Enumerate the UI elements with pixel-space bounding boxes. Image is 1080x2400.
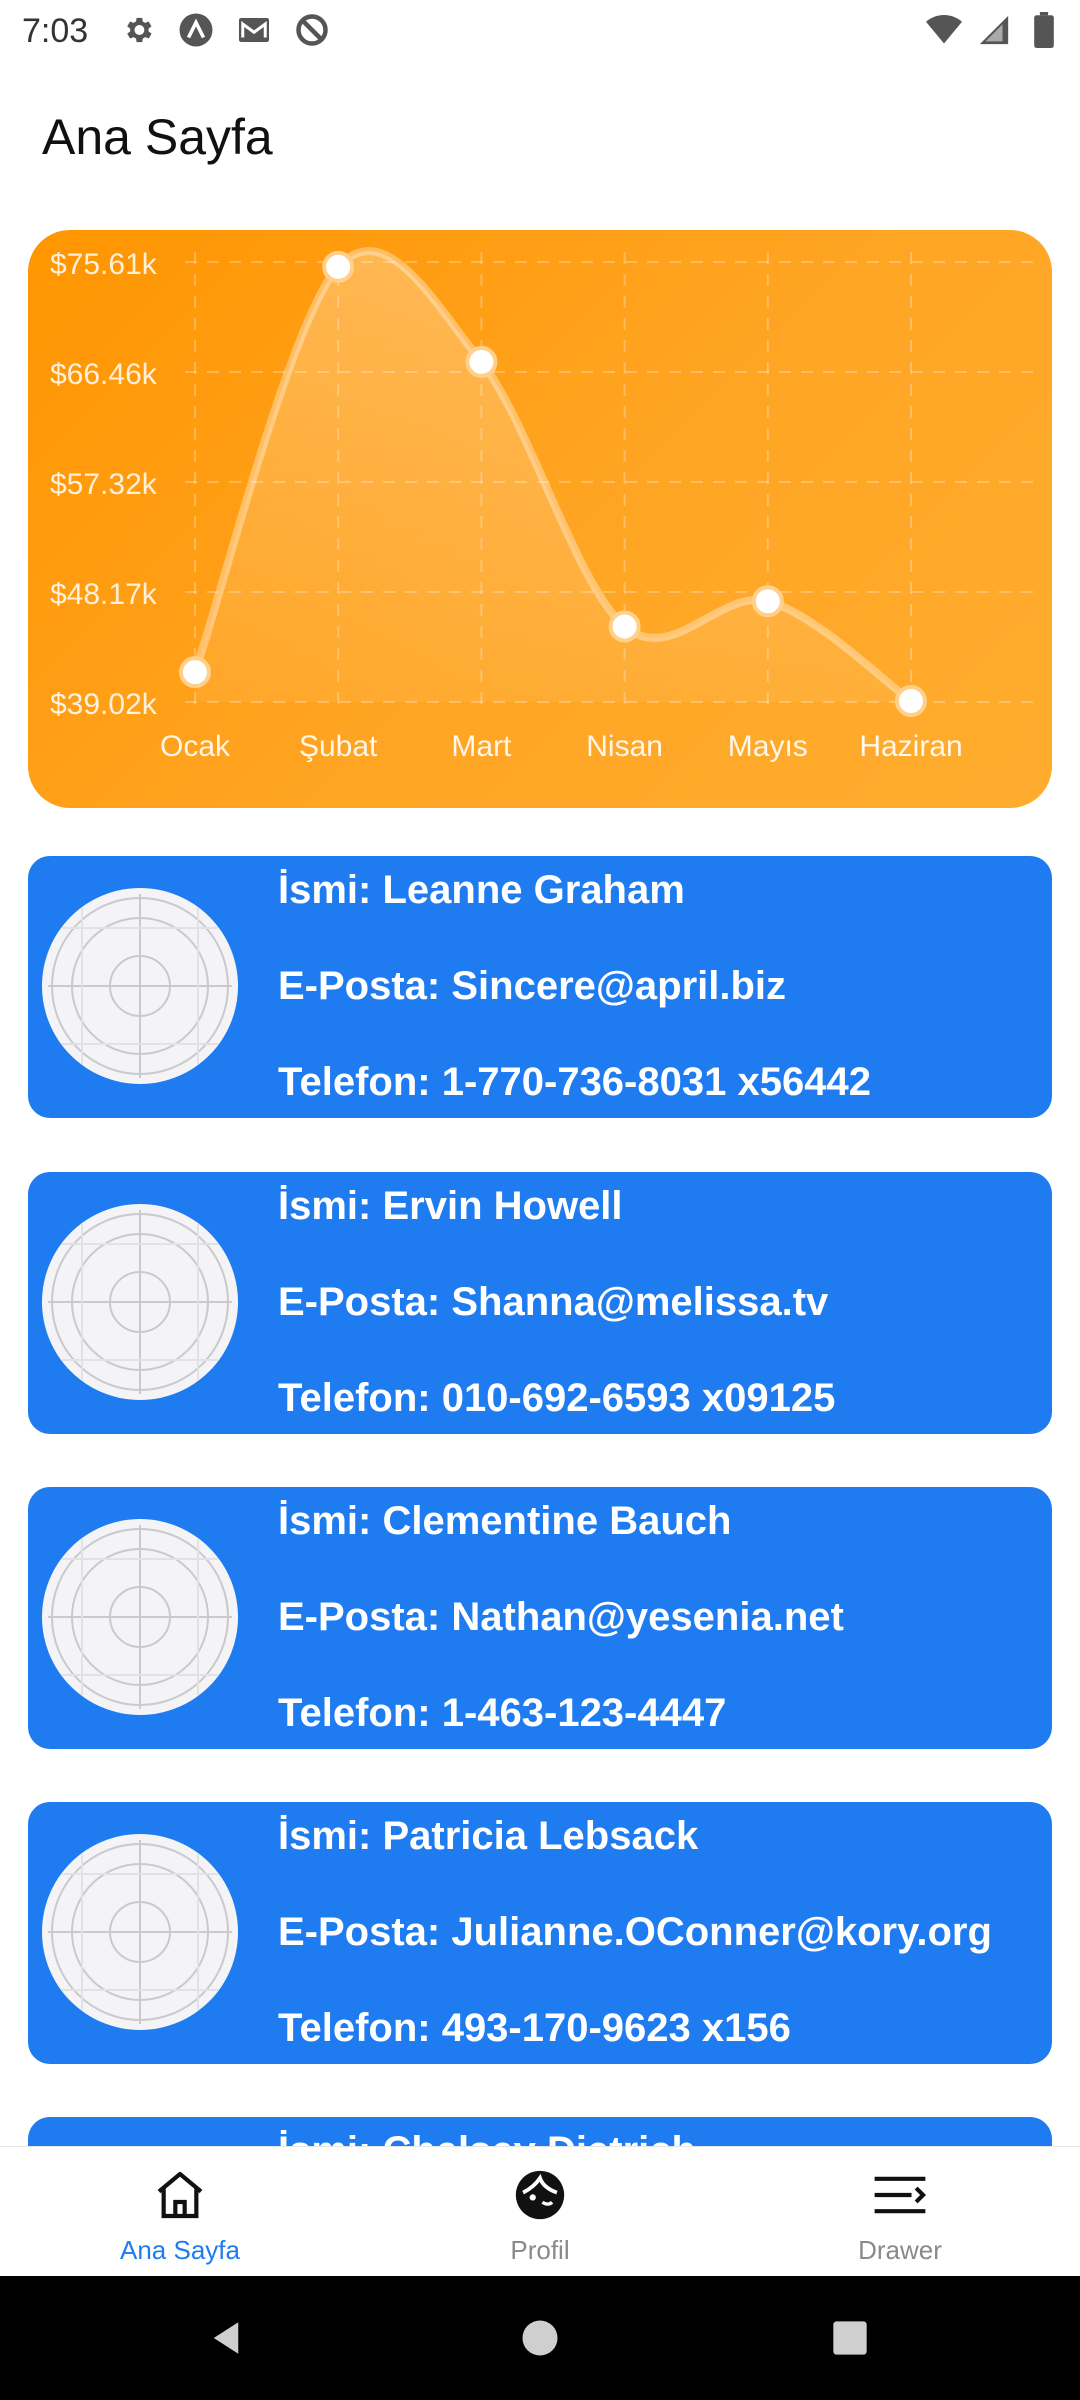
avatar-placeholder-icon xyxy=(48,1210,232,1394)
signal-icon xyxy=(976,12,1012,48)
user-phone: Telefon: 1-770-736-8031 x56442 xyxy=(278,1060,871,1104)
user-card[interactable]: İsmi: Leanne Graham E-Posta: Sincere@apr… xyxy=(28,856,1052,1118)
avatar-placeholder-icon xyxy=(48,1525,232,1709)
x-tick-label: Haziran xyxy=(859,730,962,763)
revenue-chart: $75.61k $66.46k $57.32k $48.17k $39.02kOcak Ş… xyxy=(50,247,1038,763)
user-card[interactable]: İsmi: Patricia Lebsack E-Posta: Julianne… xyxy=(28,1802,1052,2064)
status-bar: 7:03 xyxy=(0,0,1080,62)
data-point xyxy=(608,610,641,643)
user-phone: Telefon: 1-463-123-4447 xyxy=(278,1691,727,1735)
tab-drawer-label: Drawer xyxy=(858,2235,942,2265)
notification-icons xyxy=(120,12,330,48)
user-email: E-Posta: Shanna@melissa.tv xyxy=(278,1280,829,1324)
series-area xyxy=(195,251,911,702)
data-point xyxy=(179,656,211,689)
user-name: İsmi: Chelsey Dietrich xyxy=(278,2129,696,2146)
user-card[interactable]: İsmi: Chelsey Dietrich xyxy=(28,2117,1052,2146)
user-name: İsmi: Ervin Howell xyxy=(278,1184,623,1228)
tab-profile-label: Profil xyxy=(510,2235,570,2265)
y-tick-label: $75.61k xyxy=(50,248,158,281)
x-tick-label: Şubat xyxy=(299,730,378,763)
profile-icon xyxy=(508,2163,572,2227)
back-icon[interactable] xyxy=(202,2314,250,2362)
x-tick-label: Mart xyxy=(451,730,512,763)
user-email: E-Posta: Sincere@april.biz xyxy=(278,964,787,1008)
user-phone: Telefon: 493-170-9623 x156 xyxy=(278,2006,791,2050)
x-tick-label: Nisan xyxy=(586,730,663,763)
bottom-navigation: Ana Sayfa Profil Drawer xyxy=(0,2146,1080,2276)
user-card[interactable]: İsmi: Clementine Bauch E-Posta: Nathan@y… xyxy=(28,1487,1052,1749)
tab-home-label: Ana Sayfa xyxy=(120,2235,240,2265)
avatar-placeholder-icon xyxy=(48,1840,232,2024)
y-tick-label: $39.02k xyxy=(50,688,158,721)
data-point xyxy=(895,685,927,718)
x-tick-label: Ocak xyxy=(160,730,231,763)
drawer-menu-icon xyxy=(868,2163,932,2227)
avatar-placeholder-icon xyxy=(48,894,232,1078)
avatar xyxy=(42,1519,238,1715)
status-time: 7:03 xyxy=(22,12,89,50)
user-name: İsmi: Leanne Graham xyxy=(278,868,685,912)
user-card[interactable]: İsmi: Ervin Howell E-Posta: Shanna@melis… xyxy=(28,1172,1052,1434)
page-title: Ana Sayfa xyxy=(42,109,273,165)
system-status-icons xyxy=(926,12,1062,48)
tab-drawer[interactable]: Drawer xyxy=(720,2147,1080,2277)
user-phone: Telefon: 010-692-6593 x09125 xyxy=(278,1376,836,1420)
user-name: İsmi: Patricia Lebsack xyxy=(278,1814,699,1858)
system-navigation-bar xyxy=(0,2276,1080,2400)
battery-icon xyxy=(1026,12,1062,48)
home-button-icon[interactable] xyxy=(516,2314,564,2362)
gear-icon xyxy=(120,12,156,48)
user-list: İsmi: Leanne Graham E-Posta: Sincere@apr… xyxy=(28,856,1052,2146)
user-name: İsmi: Clementine Bauch xyxy=(278,1499,732,1543)
user-email: E-Posta: Nathan@yesenia.net xyxy=(278,1595,844,1639)
data-point xyxy=(751,585,784,618)
revenue-chart-card: $75.61k $66.46k $57.32k $48.17k $39.02k Ocak Ş… xyxy=(28,230,1052,808)
y-tick-label: $48.17k xyxy=(50,578,158,611)
tab-profile[interactable]: Profil xyxy=(360,2147,720,2277)
user-email: E-Posta: Julianne.OConner@kory.org xyxy=(278,1910,992,1954)
data-point xyxy=(465,345,498,378)
avatar xyxy=(42,888,238,1084)
recents-icon[interactable] xyxy=(826,2314,874,2362)
x-tick-label: Mayıs xyxy=(728,730,808,763)
data-point xyxy=(322,250,355,283)
no-sync-icon xyxy=(294,12,330,48)
avatar xyxy=(42,1834,238,2030)
gmail-icon xyxy=(236,12,272,48)
y-tick-label: $57.32k xyxy=(50,468,158,501)
home-icon xyxy=(148,2163,212,2227)
wifi-icon xyxy=(926,12,962,48)
a-logo-icon xyxy=(178,12,214,48)
avatar xyxy=(42,1204,238,1400)
y-tick-label: $66.46k xyxy=(50,358,158,391)
tab-home[interactable]: Ana Sayfa xyxy=(0,2147,360,2277)
